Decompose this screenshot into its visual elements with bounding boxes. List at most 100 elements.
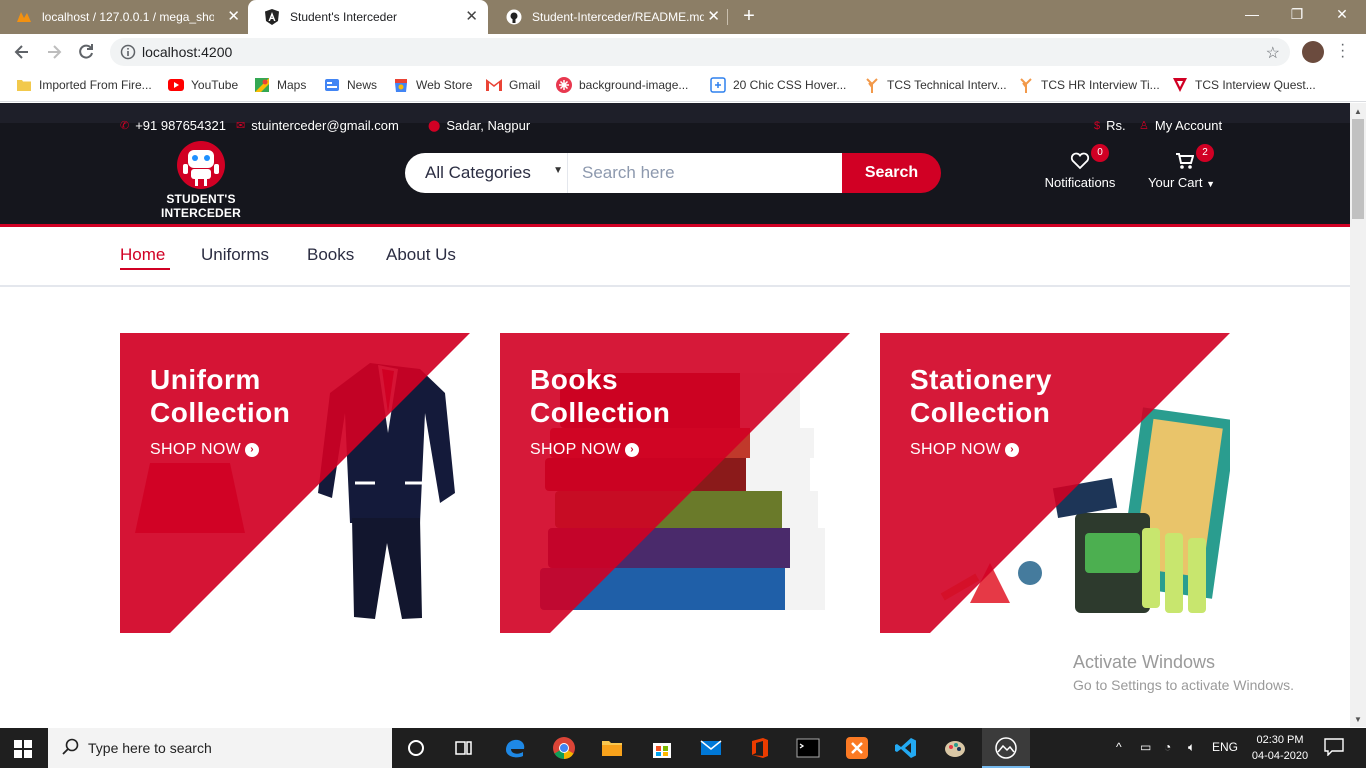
battery-icon[interactable]: ▭: [1140, 740, 1151, 754]
youtube-icon: [168, 77, 184, 93]
bookmark-label: Web Store: [416, 78, 473, 92]
cart-label: Your Cart: [1148, 175, 1203, 190]
minimize-icon[interactable]: —: [1242, 6, 1262, 22]
vertical-scrollbar[interactable]: ▲ ▼: [1350, 103, 1366, 727]
site-logo[interactable]: STUDENT'S INTERCEDER: [128, 140, 274, 220]
nav-uniforms[interactable]: Uniforms: [201, 245, 269, 265]
bookmark-css-hover[interactable]: 20 Chic CSS Hover...: [710, 77, 846, 93]
search-input[interactable]: [567, 153, 842, 193]
volume-icon[interactable]: 🔈︎: [1188, 740, 1195, 755]
contact-location[interactable]: ⬤ Sadar, Nagpur: [428, 118, 530, 133]
info-icon[interactable]: [120, 44, 136, 60]
restore-icon[interactable]: ❐: [1287, 6, 1307, 23]
css-icon: [556, 77, 572, 93]
url-text: localhost:4200: [142, 44, 233, 60]
nav-about-us[interactable]: About Us: [386, 245, 456, 265]
caret-down-icon: ▼: [1206, 179, 1215, 189]
xampp-icon[interactable]: [845, 736, 869, 760]
my-account-link[interactable]: ♙ My Account: [1139, 118, 1222, 133]
shop-now-link[interactable]: SHOP NOW ›: [150, 441, 260, 459]
tcs-red-icon: [1172, 77, 1188, 93]
notifications-label: Notifications: [1044, 175, 1116, 190]
chrome-icon[interactable]: [552, 736, 576, 760]
forward-icon[interactable]: [44, 42, 64, 62]
taskbar-search-box[interactable]: Type here to search: [48, 728, 392, 768]
back-icon[interactable]: [12, 42, 32, 62]
scroll-down-icon[interactable]: ▼: [1354, 715, 1362, 724]
scrollbar-thumb[interactable]: [1352, 119, 1364, 219]
office-icon[interactable]: [748, 736, 772, 760]
tcs-icon: [864, 77, 880, 93]
bookmark-webstore[interactable]: Web Store: [393, 77, 472, 93]
shop-now-label: SHOP NOW: [150, 441, 242, 458]
star-icon[interactable]: ☆: [1266, 43, 1280, 63]
card-title-line2: Collection: [530, 397, 671, 428]
paint-icon[interactable]: [943, 736, 967, 760]
tab-github-readme[interactable]: Student-Interceder/README.md ✕: [490, 0, 730, 34]
bookmark-tcs-interview[interactable]: TCS Interview Quest...: [1172, 77, 1316, 93]
tab-students-interceder[interactable]: Student's Interceder ✕: [248, 0, 488, 34]
notification-center-icon[interactable]: [1324, 738, 1344, 756]
card-title: Uniform Collection: [150, 363, 290, 429]
edge-icon[interactable]: [503, 736, 527, 760]
vscode-icon[interactable]: [894, 736, 918, 760]
notifications-link[interactable]: Notifications: [1040, 152, 1120, 190]
books-collection-card[interactable]: Books Collection SHOP NOW ›: [500, 333, 850, 633]
bookmark-background-image[interactable]: background-image...: [556, 77, 688, 93]
mail-icon[interactable]: [699, 736, 723, 760]
show-hidden-icons-icon[interactable]: ^: [1116, 740, 1122, 754]
bookmark-news[interactable]: News: [324, 77, 377, 93]
shop-now-link[interactable]: SHOP NOW ›: [530, 441, 640, 459]
contact-email[interactable]: ✉ stuinterceder@gmail.com: [236, 118, 399, 133]
close-tab-icon[interactable]: ✕: [465, 9, 478, 24]
news-icon: [324, 77, 340, 93]
new-tab-button[interactable]: +: [738, 5, 760, 27]
command-prompt-icon[interactable]: [796, 736, 820, 760]
taskbar-search-placeholder: Type here to search: [88, 740, 212, 756]
reload-icon[interactable]: [76, 42, 96, 62]
currency-link[interactable]: $ Rs.: [1094, 118, 1126, 133]
nav-books[interactable]: Books: [307, 245, 354, 265]
address-bar[interactable]: localhost:4200 ☆: [110, 38, 1290, 66]
activate-windows-subtitle: Go to Settings to activate Windows.: [1073, 677, 1294, 693]
bookmark-gmail[interactable]: Gmail: [486, 77, 540, 93]
profile-avatar[interactable]: [1302, 41, 1324, 63]
system-clock[interactable]: 02:30 PM 04-04-2020: [1248, 732, 1312, 764]
tab-phpmyadmin[interactable]: localhost / 127.0.0.1 / mega_shop ✕: [0, 0, 250, 34]
menu-icon[interactable]: · · ·: [1340, 37, 1345, 65]
close-tab-icon[interactable]: ✕: [227, 9, 240, 24]
arrow-circle-right-icon: ›: [245, 443, 260, 457]
card-title-line1: Uniform: [150, 364, 261, 395]
close-window-icon[interactable]: ✕: [1332, 6, 1352, 23]
store-icon[interactable]: [650, 736, 674, 760]
category-select[interactable]: All Categories ▼: [405, 153, 567, 193]
bookmark-tcs-hr[interactable]: TCS HR Interview Ti...: [1018, 77, 1160, 93]
scroll-up-icon[interactable]: ▲: [1354, 107, 1362, 116]
bookmark-tcs-technical[interactable]: TCS Technical Interv...: [864, 77, 1007, 93]
contact-phone[interactable]: ✆ +91 987654321: [120, 118, 226, 133]
shop-now-link[interactable]: SHOP NOW ›: [910, 441, 1020, 459]
windows-start-icon[interactable]: [14, 740, 32, 758]
language-indicator[interactable]: ENG: [1212, 740, 1238, 754]
page-icon: [710, 77, 726, 93]
logo-mascot-icon: [177, 141, 225, 189]
file-explorer-icon[interactable]: [600, 736, 624, 760]
uniform-collection-card[interactable]: Uniform Collection SHOP NOW ›: [120, 333, 470, 633]
bookmark-label: Maps: [277, 78, 307, 92]
taskbar-active-app[interactable]: [982, 728, 1030, 768]
nav-home[interactable]: Home: [120, 245, 165, 265]
search-button[interactable]: Search: [842, 153, 941, 193]
close-tab-icon[interactable]: ✕: [707, 9, 720, 24]
bookmark-youtube[interactable]: YouTube: [168, 77, 238, 93]
card-title-line1: Books: [530, 364, 619, 395]
stationery-collection-card[interactable]: Stationery Collection SHOP NOW ›: [880, 333, 1230, 633]
task-view-icon[interactable]: [452, 736, 476, 760]
cortana-icon[interactable]: [404, 736, 428, 760]
phone-icon: ✆: [120, 120, 130, 132]
wifi-icon[interactable]: ◔: [1164, 740, 1171, 754]
card-title: Stationery Collection: [910, 363, 1052, 429]
bookmark-imported[interactable]: Imported From Fire...: [16, 77, 152, 93]
bookmark-label: YouTube: [191, 78, 239, 92]
bookmark-maps[interactable]: Maps: [254, 77, 306, 93]
github-icon: [506, 9, 522, 25]
